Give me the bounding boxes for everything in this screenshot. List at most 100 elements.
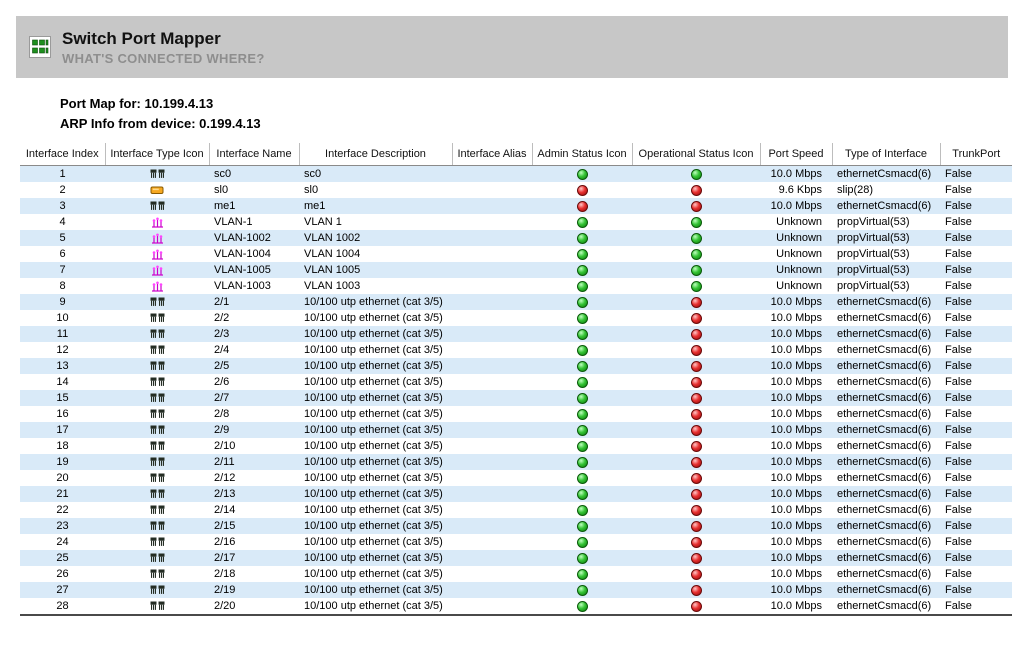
- admin-status-up-icon: [577, 297, 588, 308]
- column-header-interface-description[interactable]: Interface Description: [299, 143, 452, 166]
- cell-admin-status: [532, 182, 632, 198]
- cell-port-speed: 10.0 Mbps: [760, 198, 832, 214]
- cell-interface-name: VLAN-1004: [209, 246, 299, 262]
- cell-trunkport: False: [940, 278, 1012, 294]
- table-row[interactable]: 162/810/100 utp ethernet (cat 3/5)10.0 M…: [20, 406, 1012, 422]
- column-header-trunkport[interactable]: TrunkPort: [940, 143, 1012, 166]
- cell-interface-name: 2/18: [209, 566, 299, 582]
- table-row[interactable]: 262/1810/100 utp ethernet (cat 3/5)10.0 …: [20, 566, 1012, 582]
- cell-interface-type-icon: [105, 326, 209, 342]
- cell-interface-name: VLAN-1: [209, 214, 299, 230]
- table-row[interactable]: 172/910/100 utp ethernet (cat 3/5)10.0 M…: [20, 422, 1012, 438]
- column-header-interface-index[interactable]: Interface Index: [20, 143, 105, 166]
- cell-operational-status: [632, 550, 760, 566]
- table-row[interactable]: 8VLAN-1003VLAN 1003UnknownpropVirtual(53…: [20, 278, 1012, 294]
- table-row[interactable]: 122/410/100 utp ethernet (cat 3/5)10.0 M…: [20, 342, 1012, 358]
- cell-interface-alias: [452, 502, 532, 518]
- cell-trunkport: False: [940, 598, 1012, 615]
- table-row[interactable]: 222/1410/100 utp ethernet (cat 3/5)10.0 …: [20, 502, 1012, 518]
- table-row[interactable]: 142/610/100 utp ethernet (cat 3/5)10.0 M…: [20, 374, 1012, 390]
- table-row[interactable]: 1sc0sc010.0 MbpsethernetCsmacd(6)False: [20, 166, 1012, 183]
- admin-status-up-icon: [577, 329, 588, 340]
- table-row[interactable]: 202/1210/100 utp ethernet (cat 3/5)10.0 …: [20, 470, 1012, 486]
- cell-port-speed: 9.6 Kbps: [760, 182, 832, 198]
- cell-type-of-interface: propVirtual(53): [832, 262, 940, 278]
- table-row[interactable]: 5VLAN-1002VLAN 1002UnknownpropVirtual(53…: [20, 230, 1012, 246]
- column-header-interface-type-icon[interactable]: Interface Type Icon: [105, 143, 209, 166]
- cell-trunkport: False: [940, 582, 1012, 598]
- cell-interface-type-icon: [105, 406, 209, 422]
- table-row[interactable]: 212/1310/100 utp ethernet (cat 3/5)10.0 …: [20, 486, 1012, 502]
- cell-type-of-interface: ethernetCsmacd(6): [832, 326, 940, 342]
- cell-trunkport: False: [940, 550, 1012, 566]
- cell-interface-index: 26: [20, 566, 105, 582]
- cell-interface-name: 2/9: [209, 422, 299, 438]
- cell-type-of-interface: ethernetCsmacd(6): [832, 470, 940, 486]
- column-header-port-speed[interactable]: Port Speed: [760, 143, 832, 166]
- cell-interface-description: 10/100 utp ethernet (cat 3/5): [299, 422, 452, 438]
- admin-status-up-icon: [577, 169, 588, 180]
- table-row[interactable]: 252/1710/100 utp ethernet (cat 3/5)10.0 …: [20, 550, 1012, 566]
- column-header-interface-alias[interactable]: Interface Alias: [452, 143, 532, 166]
- table-row[interactable]: 132/510/100 utp ethernet (cat 3/5)10.0 M…: [20, 358, 1012, 374]
- column-header-operational-status-icon[interactable]: Operational Status Icon: [632, 143, 760, 166]
- table-row[interactable]: 3me1me110.0 MbpsethernetCsmacd(6)False: [20, 198, 1012, 214]
- ethernet-port-icon: [150, 505, 165, 516]
- column-header-type-of-interface[interactable]: Type of Interface: [832, 143, 940, 166]
- cell-operational-status: [632, 422, 760, 438]
- table-row[interactable]: 4VLAN-1VLAN 1UnknownpropVirtual(53)False: [20, 214, 1012, 230]
- table-row[interactable]: 92/110/100 utp ethernet (cat 3/5)10.0 Mb…: [20, 294, 1012, 310]
- admin-status-up-icon: [577, 233, 588, 244]
- ethernet-port-icon: [150, 313, 165, 324]
- cell-admin-status: [532, 566, 632, 582]
- table-row[interactable]: 112/310/100 utp ethernet (cat 3/5)10.0 M…: [20, 326, 1012, 342]
- app-grid-icon: [29, 36, 51, 58]
- cell-interface-alias: [452, 358, 532, 374]
- column-header-interface-name[interactable]: Interface Name: [209, 143, 299, 166]
- cell-interface-type-icon: [105, 438, 209, 454]
- table-row[interactable]: 232/1510/100 utp ethernet (cat 3/5)10.0 …: [20, 518, 1012, 534]
- table-row[interactable]: 6VLAN-1004VLAN 1004UnknownpropVirtual(53…: [20, 246, 1012, 262]
- table-row[interactable]: 2sl0sl09.6 Kbpsslip(28)False: [20, 182, 1012, 198]
- cell-trunkport: False: [940, 326, 1012, 342]
- table-row[interactable]: 272/1910/100 utp ethernet (cat 3/5)10.0 …: [20, 582, 1012, 598]
- cell-port-speed: 10.0 Mbps: [760, 374, 832, 390]
- cell-operational-status: [632, 390, 760, 406]
- cell-interface-description: VLAN 1004: [299, 246, 452, 262]
- cell-type-of-interface: ethernetCsmacd(6): [832, 454, 940, 470]
- table-row[interactable]: 152/710/100 utp ethernet (cat 3/5)10.0 M…: [20, 390, 1012, 406]
- table-row[interactable]: 102/210/100 utp ethernet (cat 3/5)10.0 M…: [20, 310, 1012, 326]
- cell-interface-type-icon: [105, 198, 209, 214]
- cell-interface-alias: [452, 582, 532, 598]
- cell-interface-alias: [452, 214, 532, 230]
- cell-interface-index: 18: [20, 438, 105, 454]
- cell-operational-status: [632, 406, 760, 422]
- operational-status-up-icon: [691, 233, 702, 244]
- cell-port-speed: Unknown: [760, 246, 832, 262]
- cell-operational-status: [632, 166, 760, 183]
- operational-status-down-icon: [691, 521, 702, 532]
- cell-type-of-interface: ethernetCsmacd(6): [832, 358, 940, 374]
- table-row[interactable]: 182/1010/100 utp ethernet (cat 3/5)10.0 …: [20, 438, 1012, 454]
- cell-interface-type-icon: [105, 246, 209, 262]
- table-row[interactable]: 7VLAN-1005VLAN 1005UnknownpropVirtual(53…: [20, 262, 1012, 278]
- cell-interface-name: 2/12: [209, 470, 299, 486]
- cell-type-of-interface: ethernetCsmacd(6): [832, 518, 940, 534]
- cell-operational-status: [632, 342, 760, 358]
- cell-port-speed: 10.0 Mbps: [760, 534, 832, 550]
- column-header-admin-status-icon[interactable]: Admin Status Icon: [532, 143, 632, 166]
- cell-interface-type-icon: [105, 294, 209, 310]
- cell-interface-alias: [452, 310, 532, 326]
- cell-interface-type-icon: [105, 390, 209, 406]
- table-row[interactable]: 192/1110/100 utp ethernet (cat 3/5)10.0 …: [20, 454, 1012, 470]
- cell-port-speed: Unknown: [760, 278, 832, 294]
- table-row[interactable]: 282/2010/100 utp ethernet (cat 3/5)10.0 …: [20, 598, 1012, 615]
- cell-interface-index: 28: [20, 598, 105, 615]
- cell-operational-status: [632, 278, 760, 294]
- cell-port-speed: 10.0 Mbps: [760, 582, 832, 598]
- cell-interface-alias: [452, 534, 532, 550]
- cell-type-of-interface: slip(28): [832, 182, 940, 198]
- cell-interface-type-icon: [105, 582, 209, 598]
- table-row[interactable]: 242/1610/100 utp ethernet (cat 3/5)10.0 …: [20, 534, 1012, 550]
- cell-trunkport: False: [940, 454, 1012, 470]
